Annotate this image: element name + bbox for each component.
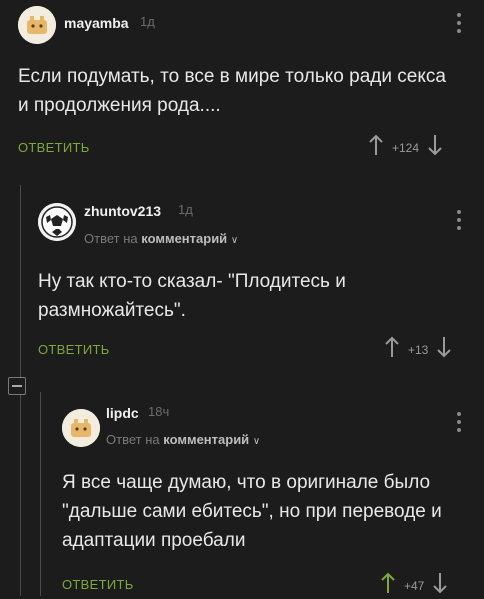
timestamp: 18ч bbox=[148, 404, 170, 419]
downvote-icon[interactable] bbox=[432, 572, 448, 599]
vote-controls: +47 bbox=[380, 572, 448, 599]
upvote-icon[interactable] bbox=[380, 572, 396, 599]
chevron-down-icon[interactable]: ∨ bbox=[253, 436, 260, 447]
score: +47 bbox=[404, 578, 425, 593]
reply-to-reference[interactable]: Ответ на комментарий ∨ bbox=[106, 432, 260, 447]
reply-button[interactable]: ОТВЕТИТЬ bbox=[62, 577, 134, 592]
comment: lipdc 18ч Ответ на комментарий ∨ Я все ч… bbox=[0, 0, 484, 596]
avatar[interactable] bbox=[62, 409, 100, 447]
username[interactable]: lipdc bbox=[106, 405, 139, 421]
comment-text: Я все чаще думаю, что в оригинале было "… bbox=[62, 472, 442, 551]
reply-target-link[interactable]: комментарий bbox=[163, 432, 249, 447]
more-options-icon[interactable] bbox=[457, 412, 461, 436]
